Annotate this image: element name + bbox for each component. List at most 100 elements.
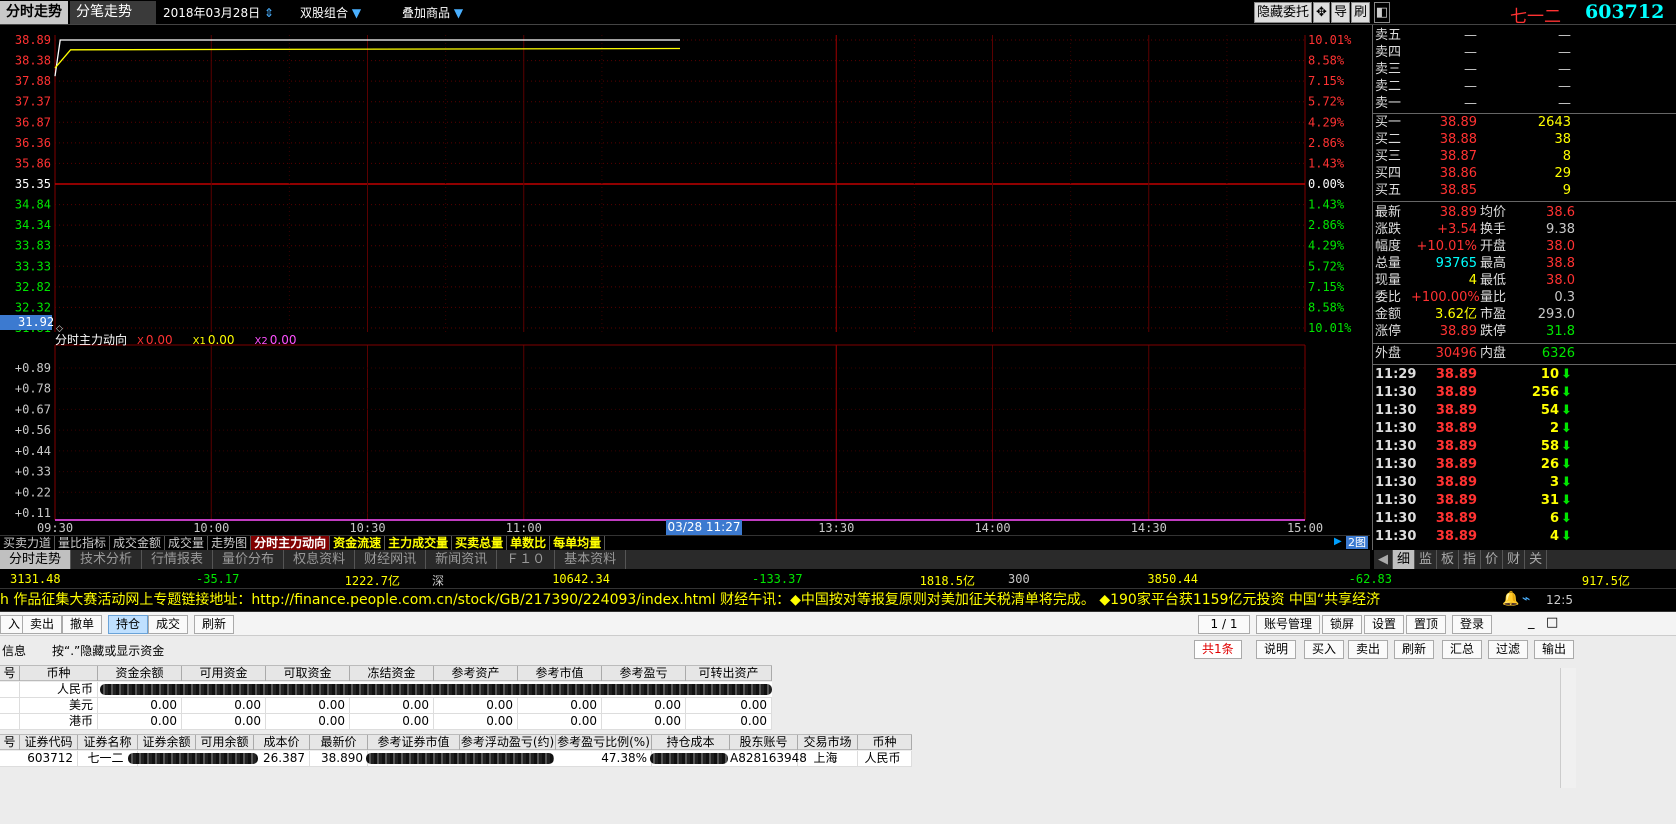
right-tab[interactable]: 监 [1415, 550, 1438, 569]
fund-row[interactable]: 人民币 [0, 682, 772, 698]
news-ticker[interactable]: h 作品征集大赛活动网上专题链接地址：http://finance.people… [0, 588, 1676, 612]
indicator-tab[interactable]: 买卖力道 [0, 536, 56, 550]
grid-action-button[interactable]: 输出 [1534, 640, 1575, 659]
account-button[interactable]: 设置 [1364, 615, 1405, 634]
tick-price: 38.89 [1435, 439, 1477, 454]
right-tab[interactable]: 板 [1437, 550, 1460, 569]
column-header[interactable]: 参考盈亏比例(%) [556, 735, 652, 750]
column-header[interactable]: 可用资金 [182, 666, 266, 681]
indicator-tab[interactable]: 主力成交量 [385, 536, 453, 550]
tab-tick-chart[interactable]: 分笔走势 [70, 1, 156, 24]
nav-tab[interactable]: Ｆ１０ [497, 550, 556, 569]
minimize-icon[interactable]: _ [1528, 615, 1535, 630]
refresh-button[interactable]: 刷 [1351, 2, 1370, 23]
account-button[interactable]: 置顶 [1406, 615, 1447, 634]
column-header[interactable]: 币种 [20, 666, 98, 681]
stock-code: 603712 [1585, 1, 1665, 23]
order-volume: 29 [1554, 166, 1571, 181]
trade-toolbar-button[interactable]: 刷新 [194, 615, 235, 634]
trade-toolbar-button[interactable]: 撤单 [62, 615, 103, 634]
column-header[interactable]: 证券余额 [138, 735, 196, 750]
indicator-tab[interactable]: 走势图 [208, 536, 252, 550]
maximize-icon[interactable]: □ [1546, 615, 1558, 630]
indicator-tab[interactable]: 买卖总量 [452, 536, 508, 550]
indicator-tab[interactable]: 量比指标 [55, 536, 111, 550]
hide-order-button[interactable]: 隐藏委托 [1254, 2, 1312, 23]
column-header[interactable]: 可转出资产 [686, 666, 772, 681]
column-header[interactable]: 号 [0, 666, 20, 681]
overlay-dropdown[interactable]: 叠加商品 ▼ [402, 4, 463, 21]
nav-tab[interactable]: 权息资料 [284, 550, 356, 569]
column-header[interactable]: 最新价 [310, 735, 368, 750]
nav-tab[interactable]: 技术分析 [71, 550, 143, 569]
column-header[interactable]: 持仓成本 [652, 735, 730, 750]
intraday-chart[interactable]: 38.89 10.01% 38.38 8.58% 37.88 7.15% 37.37 5.72… [0, 25, 1370, 537]
nav-tab[interactable]: 量价分布 [213, 550, 285, 569]
column-header[interactable]: 号 [0, 735, 20, 750]
dual-stock-dropdown[interactable]: 双股组合 ▼ [300, 4, 361, 21]
column-header[interactable]: 证券代码 [20, 735, 78, 750]
indicator-tab[interactable]: 成交量 [165, 536, 209, 550]
tick-time: 11:29 [1375, 367, 1417, 382]
column-header[interactable]: 参考盈亏 [602, 666, 686, 681]
right-tab[interactable]: ◀ [1374, 550, 1393, 569]
indicator-tab[interactable]: 分时主力动向 [251, 536, 331, 550]
column-header[interactable]: 可用余额 [196, 735, 254, 750]
right-tab[interactable]: 财 [1503, 550, 1526, 569]
panel-toggle-icon[interactable]: ◧ [1374, 2, 1390, 23]
trade-toolbar-button[interactable]: 卖出 [22, 615, 63, 634]
column-header[interactable]: 参考资产 [434, 666, 518, 681]
column-header[interactable]: 参考浮动盈亏(约) [460, 735, 556, 750]
column-header[interactable]: 冻结资金 [350, 666, 434, 681]
right-tab[interactable]: 关 [1525, 550, 1548, 569]
right-tab[interactable]: 指 [1459, 550, 1482, 569]
nav-tab[interactable]: 基本资料 [555, 550, 627, 569]
column-header[interactable]: 币种 [858, 735, 912, 750]
grid-action-button[interactable]: 汇总 [1442, 640, 1483, 659]
grid-action-button[interactable]: 刷新 [1394, 640, 1435, 659]
account-button[interactable]: 锁屏 [1322, 615, 1363, 634]
trade-toolbar-button[interactable]: 持仓 [108, 615, 149, 634]
tab-intraday[interactable]: 分时走势 [0, 1, 68, 24]
column-header[interactable]: 可取资金 [266, 666, 350, 681]
date-selector[interactable]: 2018年03月28日 ⇕ [163, 4, 274, 21]
right-tab[interactable]: 细 [1393, 550, 1416, 569]
fund-row[interactable]: 美元 0.00 0.00 0.00 0.00 0.00 0.00 0.00 0.00 [0, 698, 772, 714]
account-button[interactable]: 登录 [1452, 615, 1493, 634]
trade-toolbar-button[interactable]: 成交 [148, 615, 189, 634]
grid-action-button[interactable]: 卖出 [1348, 640, 1389, 659]
fund-row[interactable]: 港币 0.00 0.00 0.00 0.00 0.00 0.00 0.00 0.00 [0, 714, 772, 730]
scroll-right-icon[interactable]: ▶ [1334, 536, 1342, 547]
position-row[interactable]: 603712 七一二 26.387 38.890 47.38% A828163948 上海人… [0, 751, 912, 767]
column-header[interactable]: 参考证券市值 [368, 735, 460, 750]
nav-tab[interactable]: 行情报表 [142, 550, 214, 569]
column-header[interactable]: 参考市值 [518, 666, 602, 681]
column-header[interactable]: 股东账号 [730, 735, 798, 750]
export-button[interactable]: 导 [1331, 2, 1350, 23]
outer-inner-row: 外盘 30496 内盘 6326 [1375, 345, 1675, 362]
indicator-tab[interactable]: 每单均量 [550, 536, 606, 550]
nav-tab[interactable]: 分时走势 [0, 550, 72, 569]
outer-value: 30496 [1435, 346, 1477, 361]
nav-tab[interactable]: 新闻资讯 [426, 550, 498, 569]
column-header[interactable]: 成本价 [254, 735, 310, 750]
grid-action-button[interactable]: 过滤 [1488, 640, 1529, 659]
two-chart-button[interactable]: 2图 [1346, 536, 1368, 549]
grid-action-button[interactable]: 说明 [1256, 640, 1297, 659]
move-icon[interactable]: ✥ [1313, 2, 1330, 23]
legend-x1-value: 0.00 [207, 333, 235, 347]
grid-action-button[interactable]: 买入 [1304, 640, 1345, 659]
quote-value: 38.6 [1546, 205, 1575, 220]
signal-icon[interactable]: ⌁ [1522, 591, 1530, 607]
column-header[interactable]: 交易市场 [798, 735, 858, 750]
indicator-tab[interactable]: 成交金额 [110, 536, 166, 550]
bell-icon[interactable]: 🔔 [1502, 591, 1519, 607]
column-header[interactable]: 资金余额 [98, 666, 182, 681]
indicator-tab[interactable]: 单数比 [507, 536, 551, 550]
right-tab[interactable]: 价 [1481, 550, 1504, 569]
scrollbar[interactable] [1560, 668, 1576, 788]
indicator-tab[interactable]: 资金流速 [330, 536, 386, 550]
column-header[interactable]: 证券名称 [78, 735, 138, 750]
account-button[interactable]: 账号管理 [1256, 615, 1321, 634]
nav-tab[interactable]: 财经网讯 [355, 550, 427, 569]
